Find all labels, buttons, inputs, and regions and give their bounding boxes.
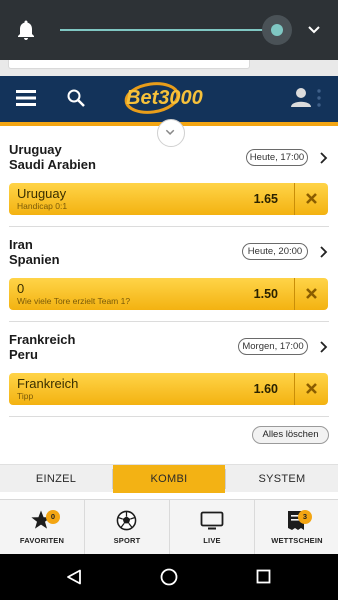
bet-pick-details[interactable]: Frankreich Tipp 1.60: [9, 373, 294, 405]
chevron-down-icon[interactable]: [305, 21, 323, 39]
nav-wettschein[interactable]: 3 WETTSCHEIN: [255, 500, 338, 555]
team-home: Frankreich: [9, 332, 76, 347]
recents-icon[interactable]: [256, 569, 271, 584]
pick-selection: Uruguay: [17, 186, 67, 201]
pick-selection: Frankreich: [17, 376, 79, 391]
tab-kombi[interactable]: KOMBI: [113, 465, 225, 493]
tv-icon: [200, 511, 224, 530]
tab-einzel[interactable]: EINZEL: [0, 465, 112, 493]
back-icon[interactable]: [66, 569, 82, 585]
pick-odds: 1.65: [253, 192, 278, 206]
chevron-right-icon[interactable]: [318, 340, 328, 354]
team-home: Uruguay: [9, 142, 62, 157]
chevron-right-icon[interactable]: [318, 245, 328, 259]
nav-label: SPORT: [113, 536, 141, 545]
favorites-count-badge: 0: [46, 510, 60, 524]
match-time-badge: Heute, 17:00: [246, 149, 308, 166]
bet-pick: Frankreich Tipp 1.60: [9, 373, 328, 405]
team-away: Saudi Arabien: [9, 157, 96, 172]
pick-market: Handicap 0:1: [17, 201, 68, 211]
team-away: Spanien: [9, 252, 60, 267]
match-time-badge: Heute, 20:00: [242, 243, 308, 260]
bet-pick-details[interactable]: 0 Wie viele Tore erzielt Team 1? 1.50: [9, 278, 294, 310]
soccer-ball-icon: [116, 510, 137, 531]
bet-type-tabs: EINZEL KOMBI SYSTEM: [0, 464, 338, 493]
tab-system[interactable]: SYSTEM: [226, 465, 338, 493]
bet-separator: [9, 226, 329, 227]
team-home: Iran: [9, 237, 33, 252]
more-dots-icon[interactable]: [316, 88, 322, 108]
pick-odds: 1.60: [253, 382, 278, 396]
nav-label: FAVORITEN: [19, 536, 65, 545]
nav-label: WETTSCHEIN: [271, 536, 323, 545]
bell-icon[interactable]: [14, 18, 38, 42]
nav-live[interactable]: LIVE: [170, 500, 254, 555]
bet-pick: Uruguay Handicap 0:1 1.65: [9, 183, 328, 215]
remove-pick-button[interactable]: [295, 373, 328, 405]
nav-sport[interactable]: SPORT: [85, 500, 169, 555]
bet3000-logo[interactable]: Bet3000: [122, 78, 222, 118]
chevron-down-icon: [165, 129, 175, 135]
pick-selection: 0: [17, 281, 25, 296]
logo-text: Bet3000: [126, 87, 203, 109]
menu-icon[interactable]: [16, 89, 36, 107]
pick-market: Tipp: [17, 391, 34, 401]
brightness-slider-track[interactable]: [60, 29, 278, 31]
bottom-navigation: 0 FAVORITEN SPORT LIVE 3 WETTSCHEIN: [0, 499, 338, 555]
match-time-badge: Morgen, 17:00: [238, 338, 308, 355]
bet-separator: [9, 321, 329, 322]
remove-pick-button[interactable]: [295, 183, 328, 215]
background-search-box: [8, 60, 250, 69]
bet-pick: 0 Wie viele Tore erzielt Team 1? 1.50: [9, 278, 328, 310]
bet-separator: [9, 416, 329, 417]
team-away: Peru: [9, 347, 38, 362]
pick-odds: 1.50: [253, 287, 278, 301]
chevron-right-icon[interactable]: [318, 151, 328, 165]
betslip-count-badge: 3: [298, 510, 312, 524]
android-navigation-bar: [0, 554, 338, 600]
search-icon[interactable]: [66, 88, 86, 108]
nav-favoriten[interactable]: 0 FAVORITEN: [0, 500, 84, 555]
clear-all-button[interactable]: Alles löschen: [252, 426, 329, 444]
remove-pick-button[interactable]: [295, 278, 328, 310]
collapse-header-button[interactable]: [157, 119, 185, 147]
nav-label: LIVE: [203, 536, 221, 545]
user-icon[interactable]: [290, 86, 312, 108]
pick-market: Wie viele Tore erzielt Team 1?: [17, 296, 131, 306]
bet-pick-details[interactable]: Uruguay Handicap 0:1 1.65: [9, 183, 294, 215]
brightness-slider-thumb[interactable]: [271, 24, 283, 36]
home-icon[interactable]: [160, 568, 178, 586]
